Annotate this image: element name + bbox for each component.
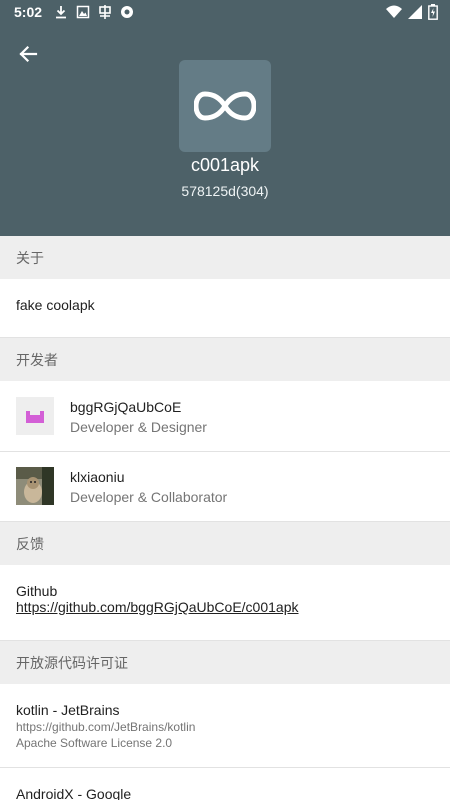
notification-icons <box>52 3 136 21</box>
wifi-icon <box>386 5 402 24</box>
section-header-developers: 开发者 <box>0 338 450 381</box>
section-header-about: 关于 <box>0 236 450 279</box>
app-version: 578125d(304) <box>181 183 269 199</box>
feedback-label: Github <box>16 583 58 599</box>
library-name: AndroidX - Google <box>16 786 132 800</box>
section-header-licenses: 开放源代码许可证 <box>0 641 450 684</box>
developer-item[interactable]: klxiaoniu Developer & Collaborator <box>0 451 450 521</box>
library-license: Apache Software License 2.0 <box>16 736 173 750</box>
arrow-back-icon <box>19 45 38 63</box>
developer-item[interactable]: bggRGjQaUbCoE Developer & Designer <box>0 381 450 451</box>
system-icons <box>386 4 438 25</box>
identicon-icon <box>26 411 44 423</box>
image-icon <box>74 3 92 21</box>
github-link[interactable]: https://github.com/bggRGjQaUbCoE/c001apk <box>16 599 299 615</box>
developer-role: Developer & Designer <box>70 419 207 435</box>
library-url: https://github.com/JetBrains/kotlin <box>16 720 196 734</box>
library-name: kotlin - JetBrains <box>16 702 120 718</box>
app-name: c001apk <box>190 155 260 175</box>
section-header-feedback: 反馈 <box>0 522 450 565</box>
developer-name: bggRGjQaUbCoE <box>70 399 182 415</box>
signal-icon <box>408 5 422 24</box>
status-time: 5:02 <box>14 4 43 20</box>
bug-icon <box>96 3 114 21</box>
divider <box>0 767 450 768</box>
avatar <box>16 397 54 435</box>
status-bar: 5:02 <box>0 0 450 24</box>
infinity-icon <box>194 91 256 121</box>
download-icon <box>52 3 70 21</box>
back-button[interactable] <box>12 38 44 70</box>
app-header: 5:02 c001apk 578125d(304) <box>0 0 450 236</box>
about-text: fake coolapk <box>16 297 95 313</box>
cat-photo-icon <box>16 467 54 505</box>
developer-name: klxiaoniu <box>70 469 125 485</box>
record-icon <box>118 3 136 21</box>
battery-icon <box>428 4 438 25</box>
app-logo <box>179 60 271 152</box>
avatar <box>16 467 54 505</box>
developer-role: Developer & Collaborator <box>70 489 228 505</box>
